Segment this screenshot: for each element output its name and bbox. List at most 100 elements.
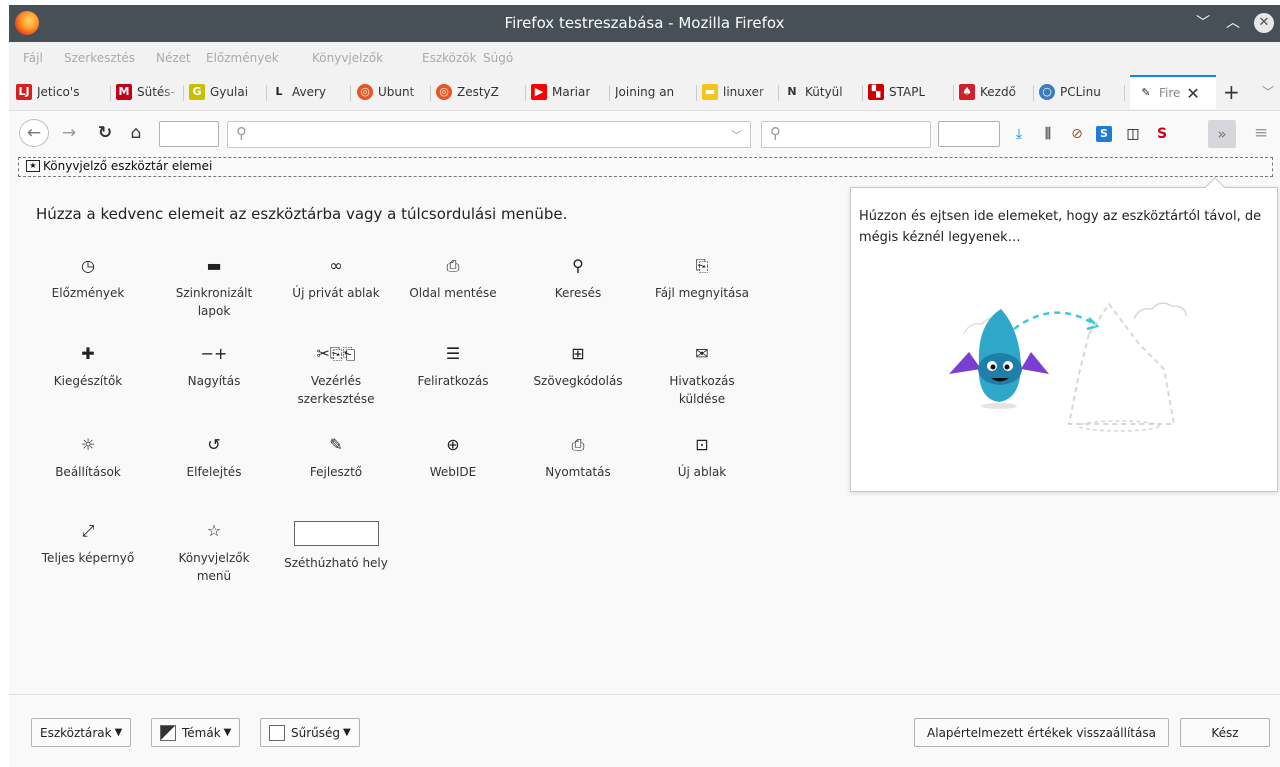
palette-item[interactable]: ☰ Feliratkozás	[401, 344, 505, 390]
tab-separator	[266, 85, 267, 101]
tab-separator	[525, 85, 526, 101]
restore-defaults-button[interactable]: Alapértelmezett értékek visszaállítása	[914, 718, 1169, 747]
palette-item[interactable]: ✉ Hivatkozás küldése	[650, 344, 754, 408]
palette-item[interactable]: ⊡ Új ablak	[650, 435, 754, 481]
dragon-illustration	[949, 302, 1187, 432]
palette-item[interactable]: ↺ Elfelejtés	[162, 435, 266, 481]
tab-active-customize[interactable]: ✎ Fire ✕	[1130, 75, 1216, 109]
tab-close-button[interactable]: ✕	[1186, 84, 1199, 103]
list-all-tabs-chevron-icon[interactable]: ﹀	[1262, 83, 1274, 100]
window-close-button[interactable]: ✕	[1254, 13, 1274, 33]
tab[interactable]: ▶ Mariar	[531, 76, 610, 108]
extension-red-s-icon[interactable]: S	[1152, 124, 1172, 144]
reload-button[interactable]: ↻	[93, 119, 117, 147]
menu-help[interactable]: Súgó	[483, 51, 513, 65]
library-icon[interactable]: ⫼	[1038, 124, 1058, 144]
tab[interactable]: ○ PCLinu	[1039, 76, 1125, 108]
tab[interactable]: N Kütyül	[784, 76, 863, 108]
overflow-menu-button[interactable]: »	[1208, 120, 1236, 148]
extension-eyes-icon[interactable]: ⊘	[1067, 124, 1087, 144]
palette-item[interactable]: ⎙ Oldal mentése	[401, 256, 505, 302]
tab-favicon-icon: N	[787, 85, 797, 98]
menu-bookmarks[interactable]: Könyvjelzők	[312, 51, 383, 65]
palette-item[interactable]: ⊕ WebIDE	[401, 435, 505, 481]
minimize-button[interactable]: ﹀	[1192, 12, 1214, 34]
window-titlebar: Firefox testreszabása - Mozilla Firefox …	[9, 5, 1280, 42]
palette-item-label: Oldal mentése	[409, 286, 497, 300]
palette-item[interactable]: Széthúzható hely	[284, 521, 388, 572]
palette-item[interactable]: ⤢ Teljes képernyő	[36, 521, 140, 567]
density-button[interactable]: Sűrűség ▼	[260, 718, 360, 747]
maximize-button[interactable]: ︿	[1222, 12, 1244, 34]
palette-item-label: Új ablak	[677, 465, 727, 479]
tab[interactable]: Joining an	[615, 76, 697, 108]
tab[interactable]: G Gyulai	[189, 76, 267, 108]
palette-item-label: Hivatkozás küldése	[669, 374, 735, 406]
tab[interactable]: M Sütés-	[116, 76, 184, 108]
palette-item-icon: ⊡	[695, 435, 709, 454]
menu-tools[interactable]: Eszközök	[422, 51, 477, 65]
forward-button[interactable]: →	[57, 119, 81, 147]
palette-item-icon: ☆	[206, 521, 222, 540]
sidebar-icon[interactable]: ◫	[1123, 124, 1143, 144]
search-bar[interactable]: ⚲	[761, 121, 931, 148]
done-button[interactable]: Kész	[1180, 718, 1270, 747]
menu-edit[interactable]: Szerkesztés	[64, 51, 135, 65]
menu-history[interactable]: Előzmények	[206, 51, 279, 65]
palette-item-icon: ⎙	[446, 256, 460, 275]
tab[interactable]: ◎ ZestyZ	[436, 76, 526, 108]
palette-item[interactable]: ✎ Fejlesztő	[284, 435, 388, 481]
themes-button[interactable]: Témák ▼	[151, 718, 241, 747]
tab-favicon-icon: ◎	[357, 84, 373, 100]
flexible-space-left[interactable]	[159, 121, 219, 147]
palette-item[interactable]: ☆ Könyvjelzők menü	[162, 521, 266, 585]
palette-item-icon: ⎘	[695, 256, 709, 275]
flexible-space-right[interactable]	[938, 121, 1000, 147]
palette-item[interactable]: ⎘ Fájl megnyitása	[650, 256, 754, 302]
home-button[interactable]: ⌂	[124, 119, 148, 147]
palette-item[interactable]: ✚ Kiegészítők	[36, 344, 140, 390]
palette-item[interactable]: −+ Nagyítás	[162, 344, 266, 390]
menu-view[interactable]: Nézet	[156, 51, 191, 65]
menu-file[interactable]: Fájl	[23, 51, 43, 65]
palette-item[interactable]: ▬ Szinkronizált lapok	[162, 256, 266, 320]
palette-item-label: Új privát ablak	[292, 286, 380, 300]
tab[interactable]: ▬ linuxer	[702, 76, 779, 108]
palette-item[interactable]: ∞ Új privát ablak	[284, 256, 388, 302]
tab[interactable]: LJ Jetico's	[16, 76, 111, 108]
palette-item[interactable]: ⎙ Nyomtatás	[526, 435, 630, 481]
download-icon[interactable]: ⤓	[1009, 124, 1029, 144]
tab-separator	[1033, 85, 1034, 101]
chevron-down-icon[interactable]: ﹀	[731, 127, 742, 143]
palette-item[interactable]: ⊞ Szövegkódolás	[526, 344, 630, 390]
tab[interactable]: ◎ Ubunt	[357, 76, 431, 108]
tab[interactable]: L Avery	[271, 76, 351, 108]
extension-s-icon[interactable]: S	[1096, 126, 1112, 142]
url-bar[interactable]: ⚲ ﹀	[227, 121, 751, 148]
tab-fade	[88, 76, 110, 108]
palette-item-label: Széthúzható hely	[284, 556, 388, 570]
hamburger-menu-icon[interactable]: ≡	[1254, 123, 1268, 143]
tab-favicon-icon: ○	[1039, 84, 1055, 100]
palette-item-label: Nyomtatás	[545, 465, 611, 479]
tab-label: Kütyül	[805, 85, 843, 99]
palette-item[interactable]: ☼ Beállítások	[36, 435, 140, 481]
search-icon: ⚲	[236, 124, 247, 142]
bookmarks-toolbar-items[interactable]: ★ Könyvjelző eszköztár elemei	[26, 159, 212, 173]
back-button[interactable]: ←	[19, 119, 49, 147]
palette-item[interactable]: ◷ Előzmények	[36, 256, 140, 302]
tab-fade	[1102, 76, 1124, 108]
tab-fade	[931, 76, 953, 108]
tab[interactable]: ▚ STAPL	[868, 76, 954, 108]
tab-separator	[696, 85, 697, 101]
tab-separator	[953, 85, 954, 101]
tab[interactable]: ♠ Kezdő	[959, 76, 1034, 108]
themes-label: Témák	[182, 725, 221, 740]
new-tab-button[interactable]: +	[1223, 80, 1240, 104]
palette-item[interactable]: ✂⎘⎗ Vezérlés szerkesztése	[284, 344, 388, 408]
toolbars-button[interactable]: Eszköztárak ▼	[31, 718, 132, 747]
palette-item-icon: ✎	[329, 435, 343, 454]
palette-item[interactable]: ⚲ Keresés	[526, 256, 630, 302]
tab-label: Avery	[292, 85, 327, 99]
palette-item-label: Könyvjelzők menü	[178, 551, 250, 583]
